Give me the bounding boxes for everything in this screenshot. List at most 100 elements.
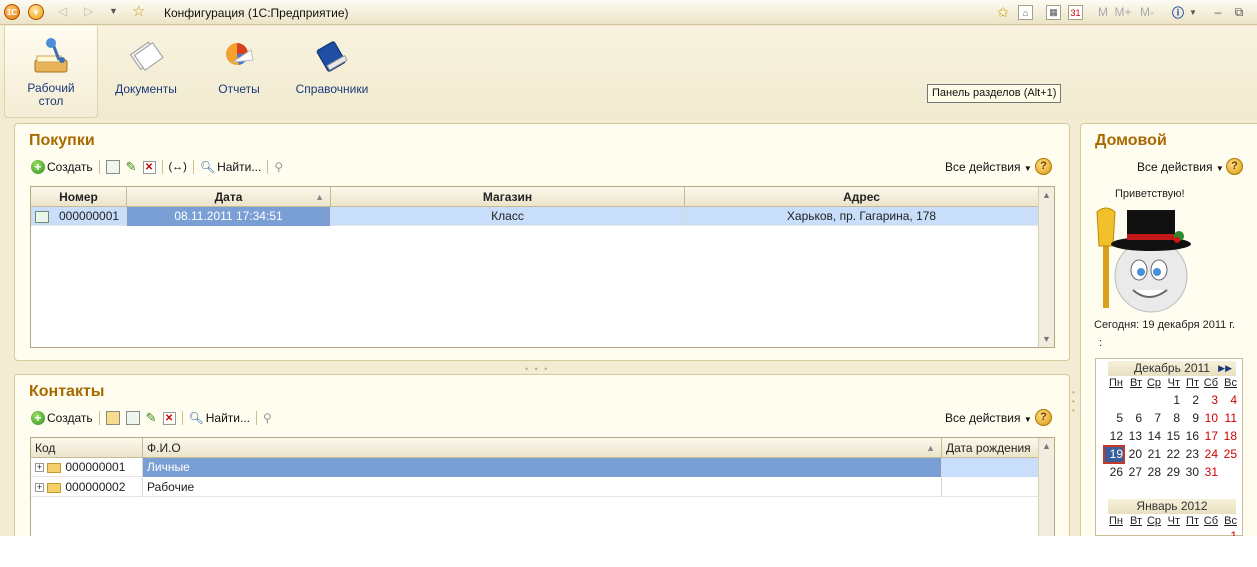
section-reports[interactable]: Отчеты [204,26,274,118]
scroll-up-icon[interactable]: ▲ [1039,187,1054,203]
calendar-day[interactable]: 27 [1124,465,1142,480]
calendar-day[interactable]: 28 [1143,465,1161,480]
calendar-day[interactable]: 18 [1219,429,1237,444]
calendar-day[interactable]: 25 [1219,447,1237,462]
table-row[interactable]: + 000000002 Рабочие [31,478,1039,497]
next-month-icon[interactable]: ▶▶ [1218,361,1232,376]
section-documents[interactable]: Документы [108,26,184,118]
calendar-day[interactable]: 15 [1162,429,1180,444]
row-birthdate-cell [942,478,1039,497]
calendar-day[interactable]: 1 [1219,529,1237,536]
calculator-icon[interactable]: ▦ [1046,5,1061,20]
calendar-day[interactable]: 5 [1105,411,1123,426]
create-button[interactable]: + Создать [31,157,93,177]
col-number[interactable]: Номер [31,187,127,207]
section-catalogs[interactable]: Справочники [292,26,372,118]
restore-icon[interactable]: ⧉ [1232,3,1246,21]
col-name[interactable]: Ф.И.О ▲ [143,438,942,458]
info-icon[interactable]: ⓘ [1170,3,1186,21]
col-code[interactable]: Код [31,438,143,458]
calendar-day[interactable]: 21 [1143,447,1161,462]
table-row[interactable]: + 000000001 Личные [31,458,1039,477]
calendar-day[interactable]: 12 [1105,429,1123,444]
calendar-day[interactable]: 30 [1181,465,1199,480]
memory-plus-button[interactable]: M+ [1113,3,1133,21]
delete-button[interactable]: ✕ [142,157,156,177]
vertical-splitter-handle[interactable]: • • • [1072,388,1076,415]
col-address[interactable]: Адрес [685,187,1039,207]
calendar-day[interactable]: 4 [1219,393,1237,408]
calendar-day[interactable]: 8 [1162,411,1180,426]
calendar-day[interactable]: 10 [1200,411,1218,426]
back-icon[interactable]: ◁ [58,4,67,20]
domovoy-title: Домовой [1095,132,1167,149]
calendar-day[interactable]: 22 [1162,447,1180,462]
expand-icon[interactable]: + [35,463,44,473]
row-name-cell: Рабочие [143,478,942,497]
help-button[interactable]: ? [1035,409,1052,426]
calendar-day[interactable]: 26 [1105,465,1123,480]
calendar-day[interactable]: 13 [1124,429,1142,444]
app-logo-icon[interactable]: 1С [4,4,20,20]
calendar-day[interactable]: 31 [1200,465,1218,480]
section-desktop[interactable]: Рабочий стол [4,26,98,118]
history-icon[interactable]: ⌂ [1018,5,1033,20]
main-menu-icon[interactable]: ▾ [28,4,44,20]
help-button[interactable]: ? [1035,158,1052,175]
col-birthdate[interactable]: Дата рождения [942,438,1039,458]
calendar-day[interactable]: 3 [1200,393,1218,408]
calendar-day[interactable]: 11 [1219,411,1237,426]
calendar-day[interactable]: 24 [1200,447,1218,462]
memory-minus-button[interactable]: M- [1137,3,1157,21]
calendar-day[interactable]: 2 [1181,393,1199,408]
table-row[interactable]: 000000001 08.11.2011 17:34:51 Класс Харь… [31,207,1039,226]
calendar-day[interactable]: 17 [1200,429,1218,444]
all-actions-menu[interactable]: Все действия ▼ [1137,160,1224,174]
calendar-day[interactable]: 14 [1143,429,1161,444]
cancel-search-button[interactable]: ⚲ [274,157,283,177]
delete-icon: ✕ [142,160,156,174]
create-folder-button[interactable] [105,408,120,428]
row-date-cell: 08.11.2011 17:34:51 [127,207,331,226]
edit-button[interactable]: ✎ [126,157,137,177]
copy-button[interactable] [125,408,140,428]
scroll-up-icon[interactable]: ▲ [1039,438,1054,454]
contacts-scrollbar[interactable]: ▲ [1038,438,1054,536]
find-button[interactable]: 🔍︎ Найти... [189,408,250,428]
calendar-day[interactable]: 6 [1124,411,1142,426]
purchases-scrollbar[interactable]: ▲ ▼ [1038,187,1054,347]
title-bar: 1С ▾ ◁ ▷ ▼ ☆ Конфигурация (1С:Предприяти… [0,0,1257,25]
help-button[interactable]: ? [1226,158,1243,175]
calendar-day[interactable]: 1 [1162,393,1180,408]
calendar-day[interactable]: 9 [1181,411,1199,426]
forward-icon[interactable]: ▷ [84,4,93,20]
copy-button[interactable] [105,157,120,177]
calendar-icon[interactable]: 31 [1068,5,1083,20]
find-button[interactable]: 🔍︎ Найти... [200,157,261,177]
scroll-down-icon[interactable]: ▼ [1039,331,1054,347]
calendar-day[interactable]: 19 [1103,445,1125,464]
favorites-star-icon[interactable]: ☆ [132,2,145,20]
cancel-search-button[interactable]: ⚲ [263,408,272,428]
col-date[interactable]: Дата ▲ [127,187,331,207]
delete-icon: ✕ [162,411,176,425]
add-favorite-icon[interactable]: ✩ [995,3,1011,21]
all-actions-menu[interactable]: Все действия ▼ [945,411,1032,425]
expand-icon[interactable]: + [35,483,44,493]
col-store[interactable]: Магазин [331,187,685,207]
edit-button[interactable]: ✎ [146,408,157,428]
calendar-day[interactable]: 16 [1181,429,1199,444]
memory-m-button[interactable]: M [1097,3,1109,21]
period-button[interactable]: (↔) [169,157,187,177]
calendar-day[interactable]: 29 [1162,465,1180,480]
calendar-day[interactable]: 23 [1181,447,1199,462]
minimize-icon[interactable]: – [1212,3,1224,21]
create-button[interactable]: + Создать [31,408,93,428]
delete-button[interactable]: ✕ [162,408,176,428]
all-actions-menu[interactable]: Все действия ▼ [945,160,1032,174]
history-dropdown-icon[interactable]: ▼ [109,6,118,22]
calendar-day[interactable]: 7 [1143,411,1161,426]
calendar-day[interactable]: 20 [1124,447,1142,462]
splitter-handle[interactable]: • • • [525,364,549,374]
info-dropdown-icon[interactable]: ▼ [1188,3,1198,21]
